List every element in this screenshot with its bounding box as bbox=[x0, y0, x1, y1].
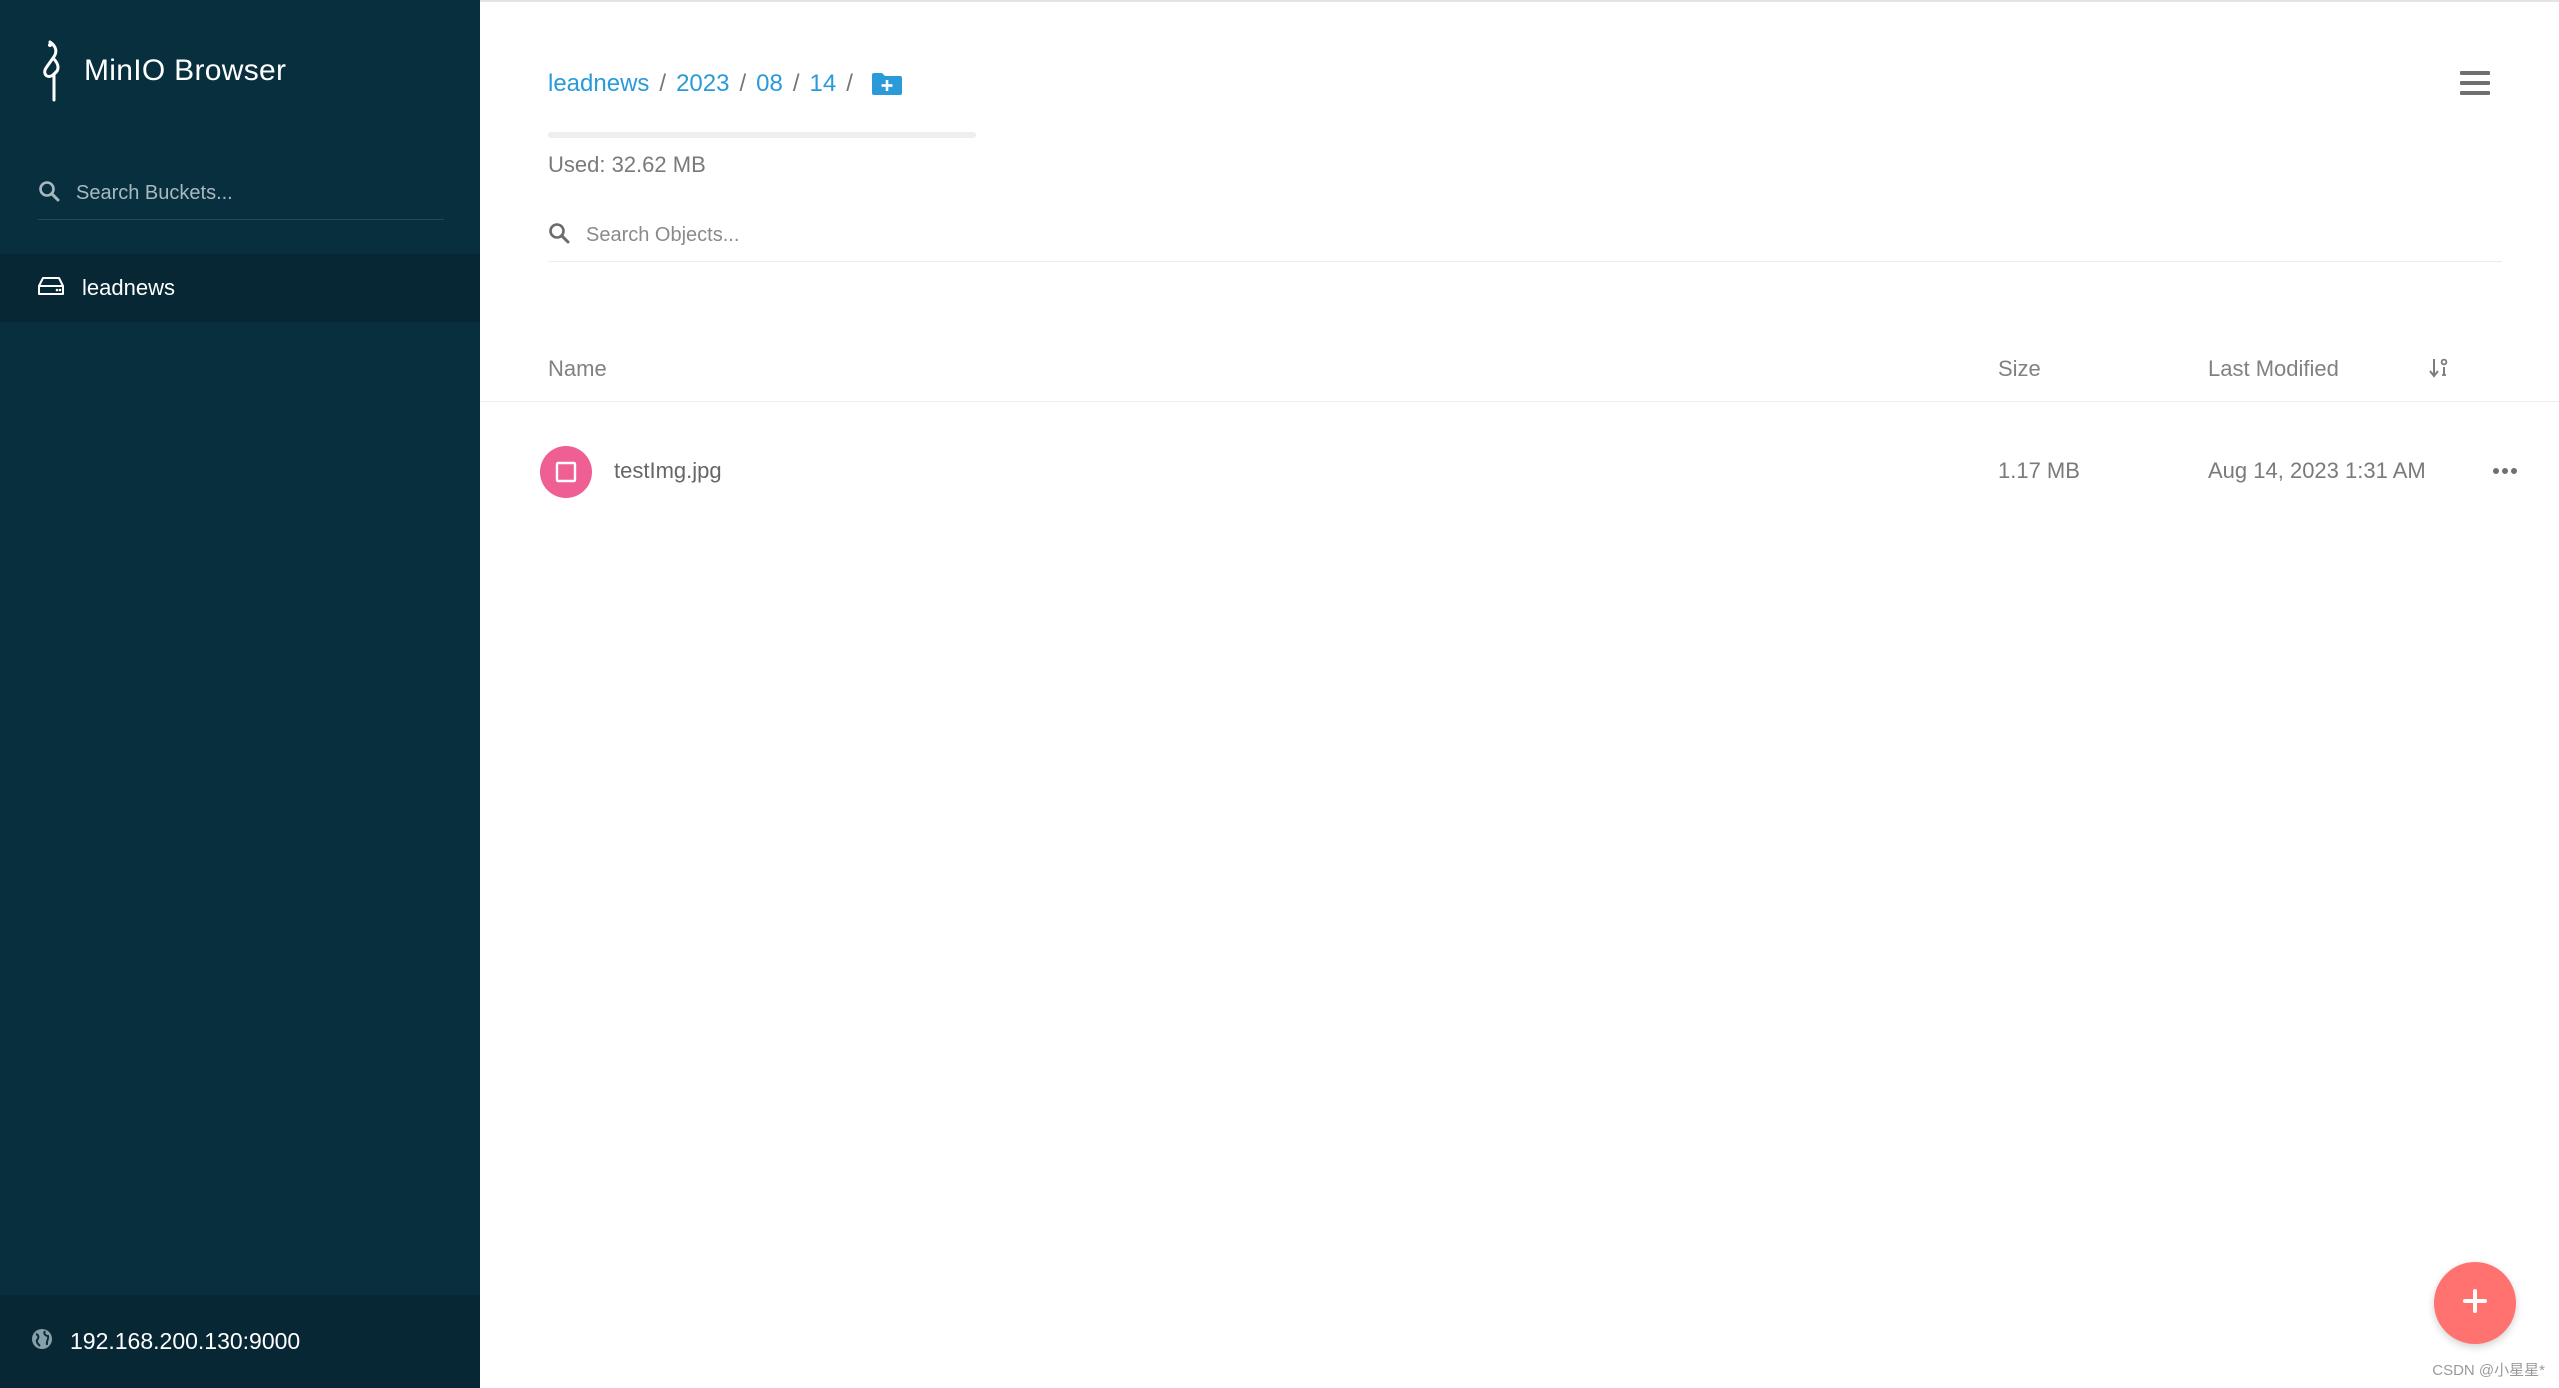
object-search bbox=[548, 210, 2502, 262]
host-footer: 192.168.200.130:9000 bbox=[0, 1295, 480, 1388]
app-title: MinIO Browser bbox=[84, 54, 287, 87]
bucket-search bbox=[38, 168, 444, 220]
breadcrumb-item[interactable]: 2023 bbox=[676, 70, 729, 98]
object-search-input[interactable] bbox=[584, 223, 2384, 248]
sort-icon[interactable] bbox=[2428, 356, 2450, 386]
search-icon bbox=[548, 222, 570, 249]
object-name[interactable]: testImg.jpg bbox=[614, 458, 722, 484]
column-header-size[interactable]: Size bbox=[1998, 356, 2041, 382]
column-header-last-modified[interactable]: Last Modified bbox=[2208, 356, 2339, 382]
watermark: CSDN @小星星* bbox=[2432, 1362, 2545, 1379]
minio-bird-icon bbox=[36, 40, 66, 102]
more-horizontal-icon[interactable] bbox=[2486, 456, 2526, 486]
breadcrumb: leadnews / 2023 / 08 / 14 / bbox=[548, 70, 903, 98]
column-header-name[interactable]: Name bbox=[548, 356, 607, 382]
add-button[interactable] bbox=[2434, 1262, 2516, 1344]
globe-icon bbox=[30, 1327, 54, 1356]
plus-icon bbox=[2461, 1287, 2489, 1320]
hard-drive-icon bbox=[36, 275, 66, 302]
image-file-icon bbox=[540, 446, 592, 498]
object-table-header: Name Size Last Modified bbox=[480, 342, 2559, 402]
search-icon bbox=[38, 180, 60, 207]
hamburger-menu-icon[interactable] bbox=[2455, 66, 2495, 100]
folder-plus-icon[interactable] bbox=[871, 72, 903, 96]
object-browser: leadnews / 2023 / 08 / 14 / Used: 32.62 … bbox=[480, 0, 2559, 1388]
sidebar-item-leadnews[interactable]: leadnews bbox=[0, 254, 480, 322]
sidebar: MinIO Browser leadnews bbox=[0, 0, 480, 1388]
breadcrumb-separator: / bbox=[792, 70, 800, 97]
sidebar-item-label: leadnews bbox=[82, 275, 175, 300]
host-address: 192.168.200.130:9000 bbox=[70, 1328, 301, 1354]
object-size: 1.17 MB bbox=[1998, 458, 2080, 483]
bucket-search-input[interactable] bbox=[74, 181, 414, 206]
table-row[interactable]: testImg.jpg 1.17 MB Aug 14, 2023 1:31 AM bbox=[480, 436, 2559, 506]
breadcrumb-separator: / bbox=[739, 70, 747, 97]
breadcrumb-item[interactable]: 14 bbox=[810, 70, 837, 98]
storage-usage-label: Used: 32.62 MB bbox=[548, 152, 706, 177]
app-logo: MinIO Browser bbox=[36, 40, 286, 102]
breadcrumb-separator: / bbox=[846, 70, 853, 97]
storage-usage-bar bbox=[548, 132, 976, 138]
breadcrumb-item[interactable]: 08 bbox=[756, 70, 783, 98]
breadcrumb-separator: / bbox=[659, 70, 667, 97]
object-last-modified: Aug 14, 2023 1:31 AM bbox=[2208, 458, 2426, 483]
breadcrumb-item[interactable]: leadnews bbox=[548, 70, 649, 98]
